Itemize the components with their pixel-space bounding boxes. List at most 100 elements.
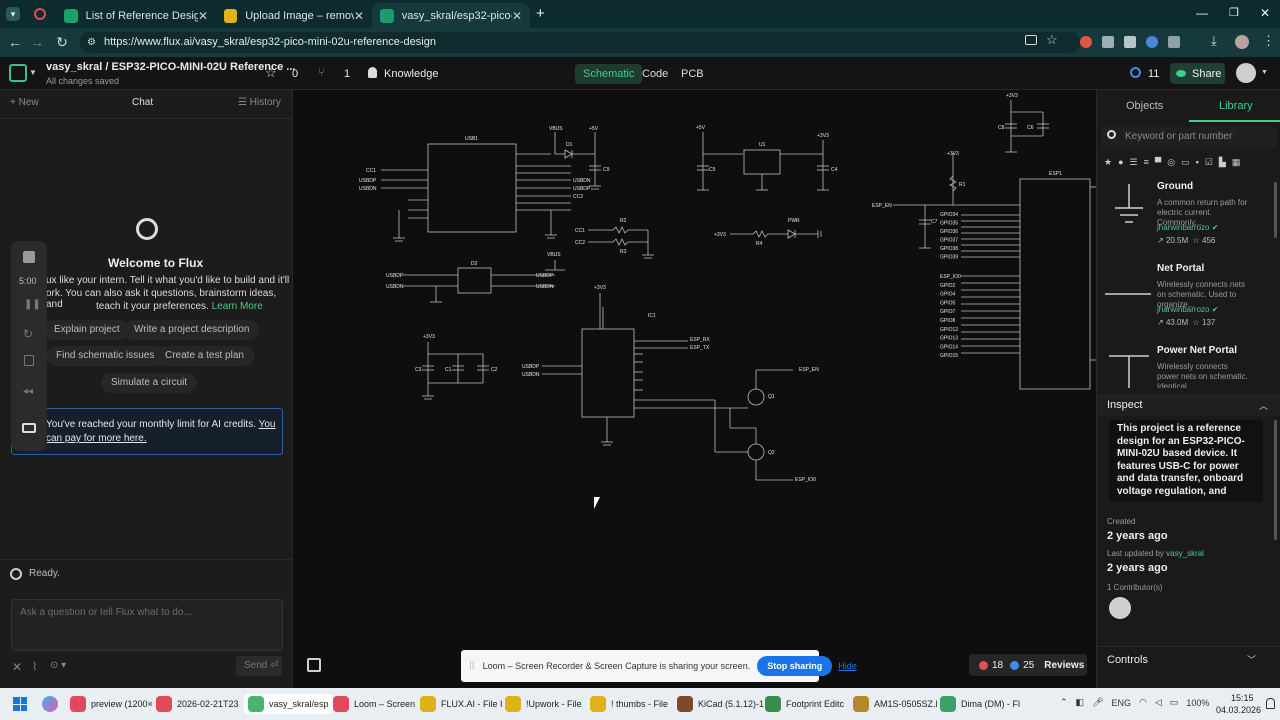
suggestion-simulate[interactable]: Simulate a circuit <box>101 373 198 393</box>
url-field[interactable]: ⚙ https://www.flux.ai/vasy_skral/esp32-p… <box>80 32 1080 53</box>
taskbar-app-item[interactable]: preview (1200× <box>70 694 153 714</box>
tab-objects[interactable]: Objects <box>1126 100 1163 112</box>
user-avatar[interactable] <box>1236 63 1256 83</box>
new-chat-button[interactable]: + New <box>10 97 39 108</box>
pay-more-link-2[interactable]: can pay for more here. <box>46 433 147 444</box>
notification-icon[interactable] <box>1266 698 1275 709</box>
learn-more-link[interactable]: Learn More <box>212 301 263 312</box>
tab-schematic[interactable]: Schematic <box>575 64 643 84</box>
taskbar-app-item[interactable]: Loom – Screen <box>333 694 415 714</box>
suggestion-write-description[interactable]: Write a project description <box>124 320 260 340</box>
send-button[interactable]: Send ⏎ <box>236 656 282 676</box>
inspect-header[interactable]: Inspect ︿ <box>1097 394 1280 416</box>
tray-icon[interactable]: ◧ <box>1076 697 1085 708</box>
library-item-ground[interactable]: Ground A common return path for electric… <box>1097 176 1272 254</box>
microphone-icon[interactable]: 🎤︎ <box>1092 697 1103 708</box>
browser-menu-icon[interactable]: ⋮ <box>1262 33 1275 49</box>
inspect-scrollbar[interactable] <box>1274 420 1277 540</box>
wifi-icon[interactable]: ◠ <box>1139 697 1147 708</box>
close-window-button[interactable]: ✕ <box>1260 6 1270 20</box>
history-button[interactable]: ☰ History <box>238 97 281 108</box>
restore-button[interactable]: ❐ <box>1229 6 1239 19</box>
camera-icon[interactable] <box>22 423 36 433</box>
schematic-drawing[interactable]: USB1 VBUS +5V D1 C9 CC1 USBDP USBDN USBD… <box>293 90 1096 688</box>
windows-start-icon[interactable] <box>13 697 27 711</box>
q1-transistor[interactable] <box>747 388 765 406</box>
project-title[interactable]: vasy_skral / ESP32-PICO-MINI-02U Referen… <box>46 61 295 73</box>
volume-icon[interactable]: ◁ <box>1155 697 1162 708</box>
search-input[interactable]: Keyword or part number <box>1101 127 1277 147</box>
star-icon[interactable]: ☆ <box>265 65 277 81</box>
suggestion-test-plan[interactable]: Create a test plan <box>155 346 254 366</box>
extension-icons[interactable] <box>1080 36 1190 48</box>
copilot-icon[interactable] <box>42 696 58 712</box>
pause-icon[interactable]: ❚❚ <box>24 299 41 310</box>
tab-code[interactable]: Code <box>634 64 676 84</box>
reload-icon[interactable]: ↻ <box>51 34 73 51</box>
avatar-chevron-icon[interactable]: ▼ <box>1261 69 1268 76</box>
site-info-icon[interactable]: ⚙ <box>87 32 96 53</box>
tab-search-button[interactable]: ▾ <box>6 7 20 21</box>
fork-icon[interactable]: ⑂ <box>318 67 325 79</box>
model-select-icon[interactable]: ⊙ ▾ <box>50 660 66 671</box>
taskbar-app-item[interactable]: AM1S-0505SZ.l <box>853 694 938 714</box>
schematic-canvas[interactable]: USB1 VBUS +5V D1 C9 CC1 USBDP USBDN USBD… <box>293 90 1096 688</box>
reviews-button[interactable]: 18 25 Reviews <box>969 654 1087 676</box>
share-button[interactable]: Share <box>1170 63 1225 84</box>
recording-icon[interactable] <box>34 8 46 20</box>
forward-icon[interactable]: → <box>26 34 48 50</box>
taskbar-app-item[interactable]: 2026-02-21T23 <box>156 694 239 714</box>
browser-tab-flux-project[interactable]: vasy_skral/esp32-pico-mini-02u ✕ <box>372 3 530 28</box>
d2-component[interactable] <box>457 267 492 294</box>
u1-component[interactable] <box>743 149 781 175</box>
tray-icon[interactable]: ⌃ <box>1060 697 1068 708</box>
ic1-component[interactable] <box>581 328 635 418</box>
library-filter-icons[interactable]: ★ ● ☰ ≡ ▀ ◎ ▭ ▪ ☑ ▙ ▦ <box>1104 157 1276 167</box>
sync-icon[interactable] <box>1130 67 1141 78</box>
library-item-net-portal[interactable]: Net Portal Wirelessly connects nets on s… <box>1097 258 1272 336</box>
new-tab-button[interactable]: + <box>536 5 545 22</box>
taskbar-app-item[interactable]: vasy_skral/esp <box>244 694 333 714</box>
library-item-power-net-portal[interactable]: Power Net Portal Wirelessly connects pow… <box>1097 340 1272 388</box>
browser-tab-reference-designs[interactable]: List of Reference Design(vasy_sk ✕ <box>56 3 216 28</box>
fit-view-button[interactable] <box>307 658 321 672</box>
tab-pcb[interactable]: PCB <box>673 64 712 84</box>
browser-tab-removebg[interactable]: Upload Image – remove.bg ✕ <box>216 3 372 28</box>
logo-menu-chevron-icon[interactable]: ▼ <box>29 68 37 77</box>
close-icon[interactable]: ✕ <box>512 9 522 23</box>
q2-transistor[interactable] <box>747 443 765 461</box>
knowledge-button[interactable]: Knowledge <box>384 68 438 80</box>
battery-icon[interactable]: ▭ <box>1170 697 1179 708</box>
taskbar-app-item[interactable]: !Upwork - File <box>505 694 582 714</box>
stop-sharing-button[interactable]: Stop sharing <box>757 656 833 676</box>
esp1-module[interactable] <box>1019 178 1091 390</box>
chat-tab-title[interactable]: Chat <box>132 97 153 108</box>
tools-icon[interactable]: ✕ <box>12 660 22 674</box>
suggestion-explain-project[interactable]: Explain project <box>44 320 130 340</box>
suggestion-find-issues[interactable]: Find schematic issues <box>46 346 165 366</box>
library-scrollbar[interactable] <box>1274 182 1277 238</box>
taskbar-app-item[interactable]: FLUX.AI - File I <box>420 694 503 714</box>
close-icon[interactable]: ✕ <box>354 9 364 23</box>
tab-library[interactable]: Library <box>1219 100 1253 112</box>
trash-icon[interactable] <box>24 355 34 366</box>
draw-icon[interactable]: ◂◂ <box>23 386 33 397</box>
chat-input[interactable]: Ask a question or tell Flux what to do..… <box>11 599 283 651</box>
stop-recording-button[interactable] <box>23 251 35 263</box>
download-icon[interactable]: ⤓ <box>1211 33 1217 49</box>
clock-date[interactable]: 04.03.2026 <box>1216 705 1261 715</box>
clock-time[interactable]: 15:15 <box>1231 693 1254 703</box>
attach-icon[interactable]: ⌇ <box>32 660 37 673</box>
pay-more-link[interactable]: You <box>259 419 276 430</box>
restart-icon[interactable]: ↻ <box>23 327 33 341</box>
back-icon[interactable]: ← <box>4 34 26 50</box>
bookmark-star-icon[interactable]: ☆ <box>1046 32 1058 48</box>
close-icon[interactable]: ✕ <box>198 9 208 23</box>
controls-header[interactable]: Controls ﹀ <box>1097 646 1280 670</box>
minimize-button[interactable]: — <box>1196 6 1208 20</box>
contributor-avatar[interactable] <box>1109 597 1131 619</box>
drag-handle-icon[interactable]: ⁞⁞ <box>469 661 475 672</box>
updated-user-link[interactable]: vasy_skral <box>1166 549 1204 558</box>
install-app-icon[interactable] <box>1025 35 1037 45</box>
taskbar-app-item[interactable]: KiCad (5.1.12)-1 <box>677 694 764 714</box>
